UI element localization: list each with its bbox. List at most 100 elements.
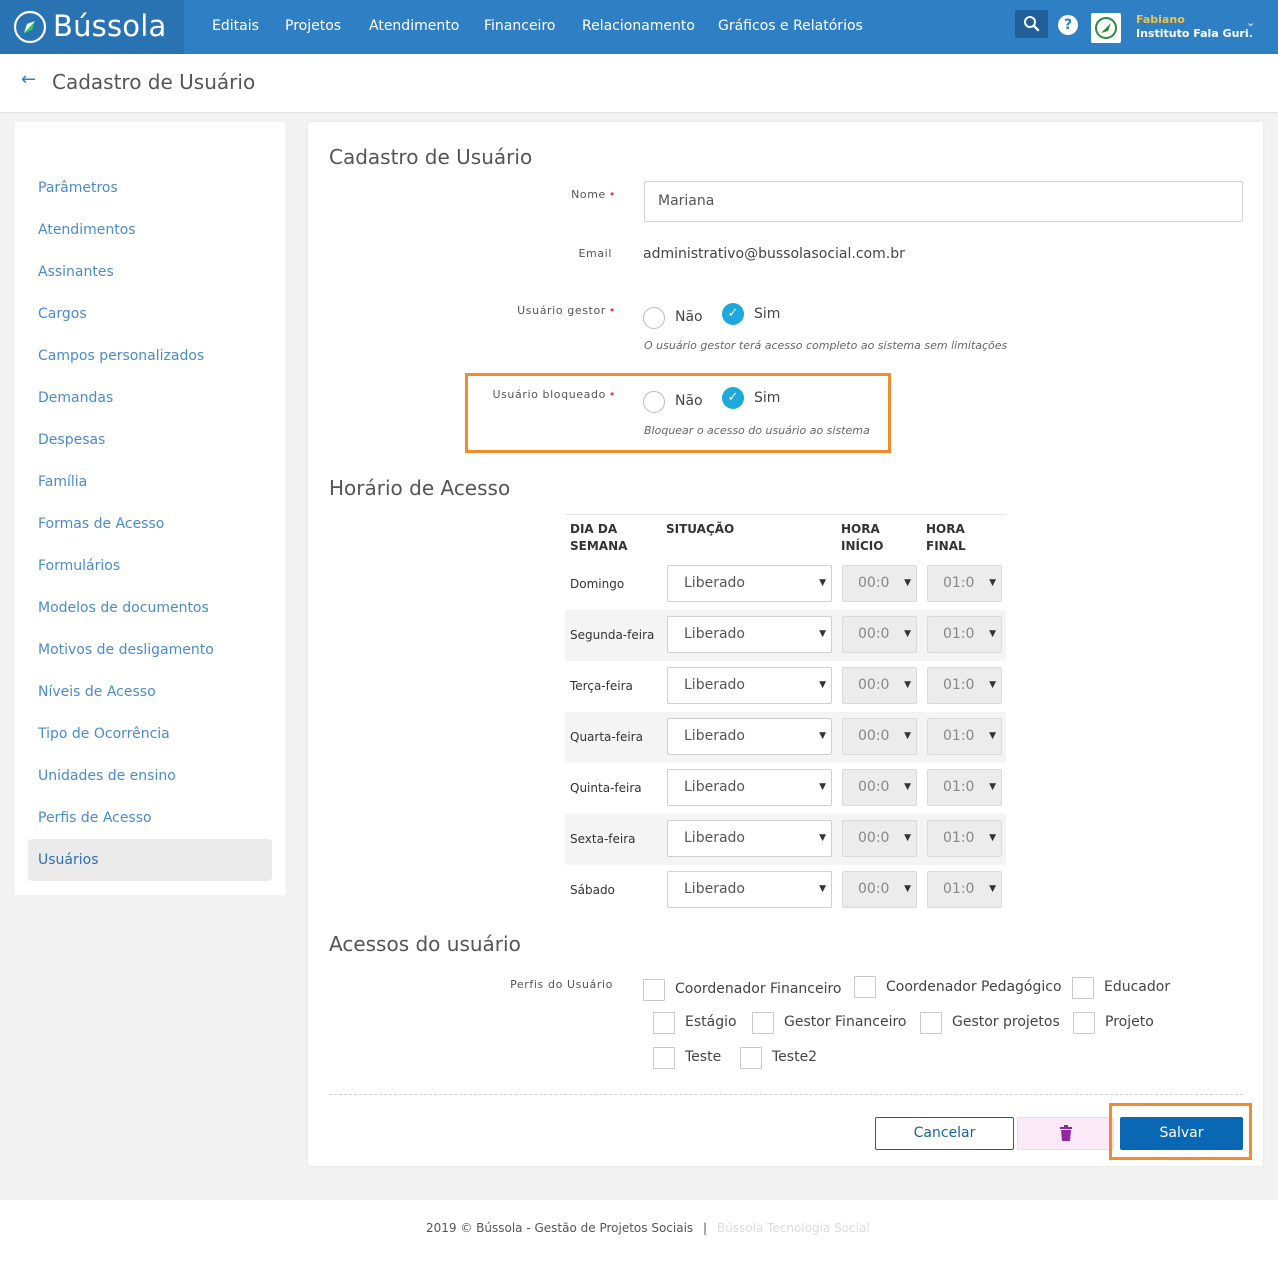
end-time-select[interactable]: 01:0 ▼ [927,769,1002,806]
profile-label-estagio[interactable]: Estágio [685,1014,737,1030]
profile-checkbox-gestor-financeiro[interactable] [752,1012,774,1034]
help-icon[interactable]: ? [1058,15,1078,35]
profile-label-coordenador-financeiro[interactable]: Coordenador Financeiro [675,981,842,997]
sidebar-item-parametros[interactable]: Parâmetros [28,167,272,209]
profile-checkbox-estagio[interactable] [653,1012,675,1034]
bloqueado-highlight [465,373,891,453]
profile-checkbox-coordenador-pedagogico[interactable] [854,976,876,998]
start-time-select[interactable]: 00:0 ▼ [842,565,917,602]
end-time-select[interactable]: 01:0 ▼ [927,616,1002,653]
profile-label-gestor-financeiro[interactable]: Gestor Financeiro [784,1014,906,1030]
caret-down-icon: ▼ [819,629,826,639]
status-select[interactable]: Liberado ▼ [667,769,832,806]
arrow-left-icon[interactable]: ← [21,69,36,90]
caret-down-icon: ▼ [904,782,911,792]
nav-item-atendimento[interactable]: Atendimento [369,18,459,34]
schedule-day: Quinta-feira [570,781,642,795]
cancel-button[interactable]: Cancelar [875,1117,1014,1150]
start-time-select[interactable]: 00:0 ▼ [842,820,917,857]
nav-item-projetos[interactable]: Projetos [285,18,341,34]
footer-link[interactable]: Bússola Tecnologia Social [717,1221,870,1235]
status-select[interactable]: Liberado ▼ [667,616,832,653]
sidebar-item-cargos[interactable]: Cargos [28,293,272,335]
profile-checkbox-projeto[interactable] [1073,1012,1095,1034]
sidebar-item-despesas[interactable]: Despesas [28,419,272,461]
end-time-select[interactable]: 01:0 ▼ [927,718,1002,755]
bloqueado-sim-radio[interactable]: ✓ [722,387,744,409]
bloqueado-sim-label[interactable]: Sim [754,390,780,406]
nome-input[interactable]: Mariana [644,181,1243,222]
nav-item-financeiro[interactable]: Financeiro [484,18,555,34]
sidebar-item-tipo-de-ocorrencia[interactable]: Tipo de Ocorrência [28,713,272,755]
end-time-select[interactable]: 01:0 ▼ [927,565,1002,602]
gestor-nao-label[interactable]: Não [675,309,703,325]
profile-checkbox-teste[interactable] [653,1047,675,1069]
gestor-nao-radio[interactable] [643,307,665,329]
sidebar-item-atendimentos[interactable]: Atendimentos [28,209,272,251]
sidebar-item-formularios[interactable]: Formulários [28,545,272,587]
nav-item-graficos[interactable]: Gráficos e Relatórios [718,18,863,34]
caret-down-icon: ▼ [989,731,996,741]
start-time-select[interactable]: 00:0 ▼ [842,616,917,653]
sidebar-item-usuarios[interactable]: Usuários [28,839,272,881]
caret-down-icon: ▼ [989,884,996,894]
caret-down-icon: ▼ [819,833,826,843]
schedule-row: Domingo Liberado ▼ 00:0 ▼ 01:0 ▼ [565,559,1006,610]
search-button[interactable] [1015,10,1048,38]
status-select[interactable]: Liberado ▼ [667,718,832,755]
gestor-sim-radio[interactable]: ✓ [722,303,744,325]
caret-down-icon: ▼ [819,578,826,588]
start-time-select[interactable]: 00:0 ▼ [842,718,917,755]
user-form-card: Cadastro de Usuário Nome • Mariana Email … [308,122,1263,1166]
sidebar-item-niveis-de-acesso[interactable]: Níveis de Acesso [28,671,272,713]
status-select[interactable]: Liberado ▼ [667,667,832,704]
start-time-select[interactable]: 00:0 ▼ [842,667,917,704]
user-name[interactable]: Fabiano [1136,13,1185,26]
sidebar-item-modelos-de-documentos[interactable]: Modelos de documentos [28,587,272,629]
profile-label-educador[interactable]: Educador [1104,979,1170,995]
caret-down-icon: ▼ [819,680,826,690]
nav-item-relacionamento[interactable]: Relacionamento [582,18,695,34]
start-time-select[interactable]: 00:0 ▼ [842,769,917,806]
schedule-row: Segunda-feira Liberado ▼ 00:0 ▼ 01:0 ▼ [565,610,1006,661]
end-time-select[interactable]: 01:0 ▼ [927,871,1002,908]
bloqueado-label: Usuário bloqueado • [492,388,616,401]
status-select[interactable]: Liberado ▼ [667,871,832,908]
user-organization[interactable]: Instituto Fala Guri. [1136,27,1253,40]
schedule-day: Sábado [570,883,615,897]
profile-checkbox-coordenador-financeiro[interactable] [643,979,665,1001]
profile-label-coordenador-pedagogico[interactable]: Coordenador Pedagógico [886,979,1062,995]
profile-label-gestor-projetos[interactable]: Gestor projetos [952,1014,1060,1030]
caret-down-icon: ▼ [904,884,911,894]
caret-down-icon: ▼ [904,680,911,690]
sidebar-item-campos-personalizados[interactable]: Campos personalizados [28,335,272,377]
gestor-sim-label[interactable]: Sim [754,306,780,322]
profile-label-teste[interactable]: Teste [685,1049,721,1065]
nav-item-editais[interactable]: Editais [212,18,259,34]
sidebar-item-familia[interactable]: Família [28,461,272,503]
brand[interactable]: Bússola [0,0,184,54]
end-time-select[interactable]: 01:0 ▼ [927,667,1002,704]
bloqueado-nao-label[interactable]: Não [675,393,703,409]
sidebar-item-demandas[interactable]: Demandas [28,377,272,419]
profile-label-projeto[interactable]: Projeto [1105,1014,1154,1030]
sidebar-item-motivos-de-desligamento[interactable]: Motivos de desligamento [28,629,272,671]
profile-checkbox-teste2[interactable] [740,1047,762,1069]
start-time-select[interactable]: 00:0 ▼ [842,871,917,908]
profile-checkbox-gestor-projetos[interactable] [920,1012,942,1034]
sidebar-item-unidades-de-ensino[interactable]: Unidades de ensino [28,755,272,797]
chevron-down-icon[interactable]: ⌄ [1246,16,1255,29]
end-time-select[interactable]: 01:0 ▼ [927,820,1002,857]
sidebar-item-perfis-de-acesso[interactable]: Perfis de Acesso [28,797,272,839]
footer-text: 2019 © Bússola - Gestão de Projetos Soci… [426,1221,870,1235]
avatar[interactable] [1091,13,1121,43]
sidebar-item-assinantes[interactable]: Assinantes [28,251,272,293]
profile-checkbox-educador[interactable] [1072,977,1094,999]
schedule-title: Horário de Acesso [329,476,511,500]
sidebar-item-formas-de-acesso[interactable]: Formas de Acesso [28,503,272,545]
profile-label-teste2[interactable]: Teste2 [772,1049,817,1065]
status-select[interactable]: Liberado ▼ [667,565,832,602]
status-select[interactable]: Liberado ▼ [667,820,832,857]
delete-button[interactable] [1017,1117,1114,1150]
bloqueado-nao-radio[interactable] [643,391,665,413]
